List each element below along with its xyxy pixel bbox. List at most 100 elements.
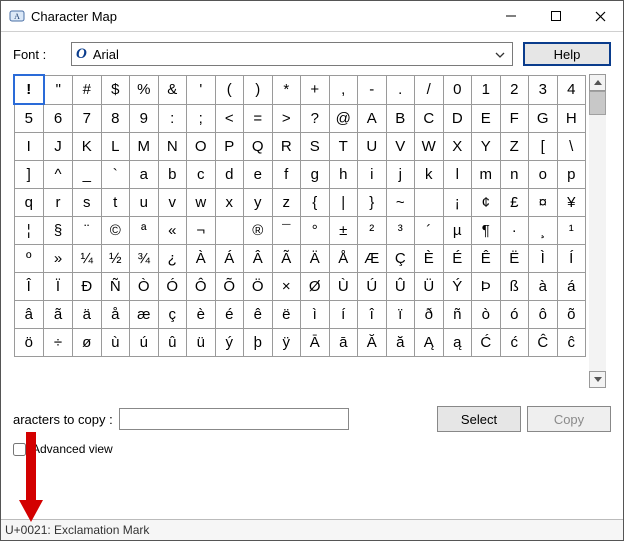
char-cell[interactable]: Ó bbox=[158, 273, 187, 301]
char-cell[interactable]: N bbox=[158, 133, 187, 161]
char-cell[interactable]: Ö bbox=[244, 273, 273, 301]
help-button[interactable]: Help bbox=[523, 42, 611, 66]
char-cell[interactable]: ø bbox=[73, 329, 102, 357]
char-cell[interactable]: Ă bbox=[358, 329, 387, 357]
char-cell[interactable]: ý bbox=[215, 329, 244, 357]
char-cell[interactable]: Ù bbox=[329, 273, 358, 301]
char-cell[interactable]: ® bbox=[244, 217, 273, 245]
char-cell[interactable]: Ô bbox=[187, 273, 216, 301]
char-cell[interactable]: w bbox=[187, 189, 216, 217]
char-cell[interactable]: « bbox=[158, 217, 187, 245]
char-cell[interactable]: s bbox=[73, 189, 102, 217]
char-cell[interactable]: | bbox=[329, 189, 358, 217]
char-cell[interactable]: È bbox=[415, 245, 444, 273]
char-cell[interactable]: Z bbox=[500, 133, 529, 161]
char-cell[interactable]: ¸ bbox=[529, 217, 558, 245]
char-cell[interactable]: ê bbox=[244, 301, 273, 329]
char-cell[interactable]: F bbox=[500, 104, 529, 133]
char-cell[interactable]: ï bbox=[386, 301, 415, 329]
char-cell[interactable]: 2 bbox=[500, 75, 529, 104]
char-cell[interactable]: f bbox=[272, 161, 301, 189]
font-select[interactable]: O Arial bbox=[71, 42, 513, 66]
char-cell[interactable]: V bbox=[386, 133, 415, 161]
char-cell[interactable]: ã bbox=[44, 301, 73, 329]
char-cell[interactable]: { bbox=[301, 189, 330, 217]
char-cell[interactable]: $ bbox=[101, 75, 130, 104]
char-cell[interactable]: ] bbox=[14, 161, 44, 189]
char-cell[interactable]: & bbox=[158, 75, 187, 104]
char-cell[interactable]: = bbox=[244, 104, 273, 133]
copy-button[interactable]: Copy bbox=[527, 406, 611, 432]
char-cell[interactable]: ć bbox=[500, 329, 529, 357]
char-cell[interactable]: M bbox=[130, 133, 159, 161]
char-cell[interactable]: Ą bbox=[415, 329, 444, 357]
char-cell[interactable]: e bbox=[244, 161, 273, 189]
char-cell[interactable]: À bbox=[187, 245, 216, 273]
char-cell[interactable]: á bbox=[557, 273, 586, 301]
char-cell[interactable]: Ý bbox=[443, 273, 472, 301]
char-cell[interactable]: \ bbox=[557, 133, 586, 161]
char-cell[interactable]: T bbox=[329, 133, 358, 161]
char-cell[interactable]: @ bbox=[329, 104, 358, 133]
char-cell[interactable]: 9 bbox=[130, 104, 159, 133]
char-cell[interactable]: Ò bbox=[130, 273, 159, 301]
char-cell[interactable]: þ bbox=[244, 329, 273, 357]
char-cell[interactable]: ¦ bbox=[14, 217, 44, 245]
char-cell[interactable]: ± bbox=[329, 217, 358, 245]
char-cell[interactable]: ü bbox=[187, 329, 216, 357]
char-cell[interactable]: ¿ bbox=[158, 245, 187, 273]
char-cell[interactable]: ° bbox=[301, 217, 330, 245]
char-cell[interactable]: ÿ bbox=[272, 329, 301, 357]
char-cell[interactable]: t bbox=[101, 189, 130, 217]
char-cell[interactable]: W bbox=[415, 133, 444, 161]
char-cell[interactable]: µ bbox=[443, 217, 472, 245]
char-cell[interactable]: Õ bbox=[215, 273, 244, 301]
char-cell[interactable]: q bbox=[14, 189, 44, 217]
char-cell[interactable]: à bbox=[529, 273, 558, 301]
char-cell[interactable]: Ć bbox=[472, 329, 501, 357]
char-cell[interactable]: Ð bbox=[73, 273, 102, 301]
char-cell[interactable]: : bbox=[158, 104, 187, 133]
char-cell[interactable]: ú bbox=[130, 329, 159, 357]
char-cell[interactable]: è bbox=[187, 301, 216, 329]
char-cell[interactable]: ; bbox=[187, 104, 216, 133]
char-cell[interactable]: ½ bbox=[101, 245, 130, 273]
character-grid[interactable]: !"#$%&'()*+,-./0123456789:;<=>?@ABCDEFGH… bbox=[13, 74, 586, 357]
char-cell[interactable]: · bbox=[500, 217, 529, 245]
char-cell[interactable]: Ñ bbox=[101, 273, 130, 301]
char-cell[interactable]: Ĉ bbox=[529, 329, 558, 357]
char-cell[interactable]: Q bbox=[244, 133, 273, 161]
char-cell[interactable]: O bbox=[187, 133, 216, 161]
char-cell[interactable]: C bbox=[415, 104, 444, 133]
char-cell[interactable]: ² bbox=[358, 217, 387, 245]
char-cell[interactable]: 5 bbox=[14, 104, 44, 133]
char-cell[interactable]: ¥ bbox=[557, 189, 586, 217]
char-cell[interactable]: h bbox=[329, 161, 358, 189]
char-cell[interactable]: ­ bbox=[215, 217, 244, 245]
char-cell[interactable]: ~ bbox=[386, 189, 415, 217]
char-cell[interactable]: ¢ bbox=[472, 189, 501, 217]
char-cell[interactable]: ¹ bbox=[557, 217, 586, 245]
char-cell[interactable]: # bbox=[73, 75, 102, 104]
char-cell[interactable]: Þ bbox=[472, 273, 501, 301]
char-cell[interactable]: » bbox=[44, 245, 73, 273]
char-cell[interactable]: a bbox=[130, 161, 159, 189]
char-cell[interactable]: l bbox=[443, 161, 472, 189]
char-cell[interactable]: n bbox=[500, 161, 529, 189]
char-cell[interactable]: É bbox=[443, 245, 472, 273]
char-cell[interactable]: . bbox=[386, 75, 415, 104]
char-cell[interactable]: A bbox=[358, 104, 387, 133]
char-cell[interactable]: d bbox=[215, 161, 244, 189]
close-button[interactable] bbox=[578, 1, 623, 31]
char-cell[interactable]: ? bbox=[301, 104, 330, 133]
char-cell[interactable]: ă bbox=[386, 329, 415, 357]
char-cell[interactable]: m bbox=[472, 161, 501, 189]
char-cell[interactable]: ( bbox=[215, 75, 244, 104]
char-cell[interactable]: ¬ bbox=[187, 217, 216, 245]
char-cell[interactable]: ā bbox=[329, 329, 358, 357]
characters-to-copy-input[interactable] bbox=[119, 408, 349, 430]
char-cell[interactable]: 6 bbox=[44, 104, 73, 133]
char-cell[interactable]: Ï bbox=[44, 273, 73, 301]
char-cell[interactable]: ` bbox=[101, 161, 130, 189]
char-cell[interactable]: ë bbox=[272, 301, 301, 329]
